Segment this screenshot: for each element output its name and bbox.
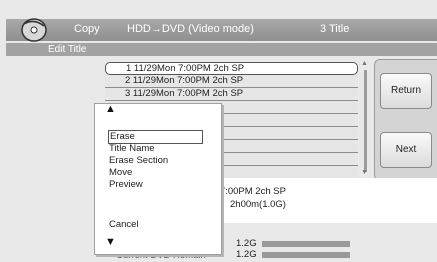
info-time: h 7:00PM 2ch SP [212,186,286,197]
remain-value-1: 1.2G [236,238,257,249]
title-row-1[interactable]: 1 11/29Mon 7:00PM 2ch SP [105,62,358,75]
next-button[interactable]: Next [380,132,432,168]
remain-bar-1 [262,241,350,247]
title-count: 3 Title [320,23,350,35]
page-title: Edit Title [48,44,87,55]
disc-copy-icon [21,18,47,42]
remain-bar-2 [262,252,350,258]
mode-label: Copy [74,23,100,35]
remain-value-2: 1.2G [236,249,257,260]
menu-down-arrow-icon[interactable]: ▼ [105,236,116,248]
menu-item-cancel[interactable]: Cancel [109,219,139,231]
title-row-2[interactable]: 2 11/29Mon 7:00PM 2ch SP [105,75,358,88]
title-row-3[interactable]: 3 11/29Mon 7:00PM 2ch SP [105,88,358,101]
menu-item-move[interactable]: Move [109,167,132,179]
scroll-up-icon[interactable]: ▲ [361,60,368,67]
menu-item-erase[interactable]: Erase [108,130,203,144]
menu-item-preview[interactable]: Preview [109,179,143,191]
menu-item-title-name[interactable]: Title Name [109,143,155,155]
menu-up-arrow-icon[interactable]: ▲ [105,103,116,115]
scrollbar[interactable] [364,70,367,172]
copy-route-label: HDD→DVD (Video mode) [127,23,254,35]
return-button[interactable]: Return [380,73,432,109]
menu-item-erase-section[interactable]: Erase Section [109,155,168,167]
scroll-down-icon[interactable]: ▼ [361,169,368,176]
info-duration: 2h00m(1.0G) [230,199,286,210]
